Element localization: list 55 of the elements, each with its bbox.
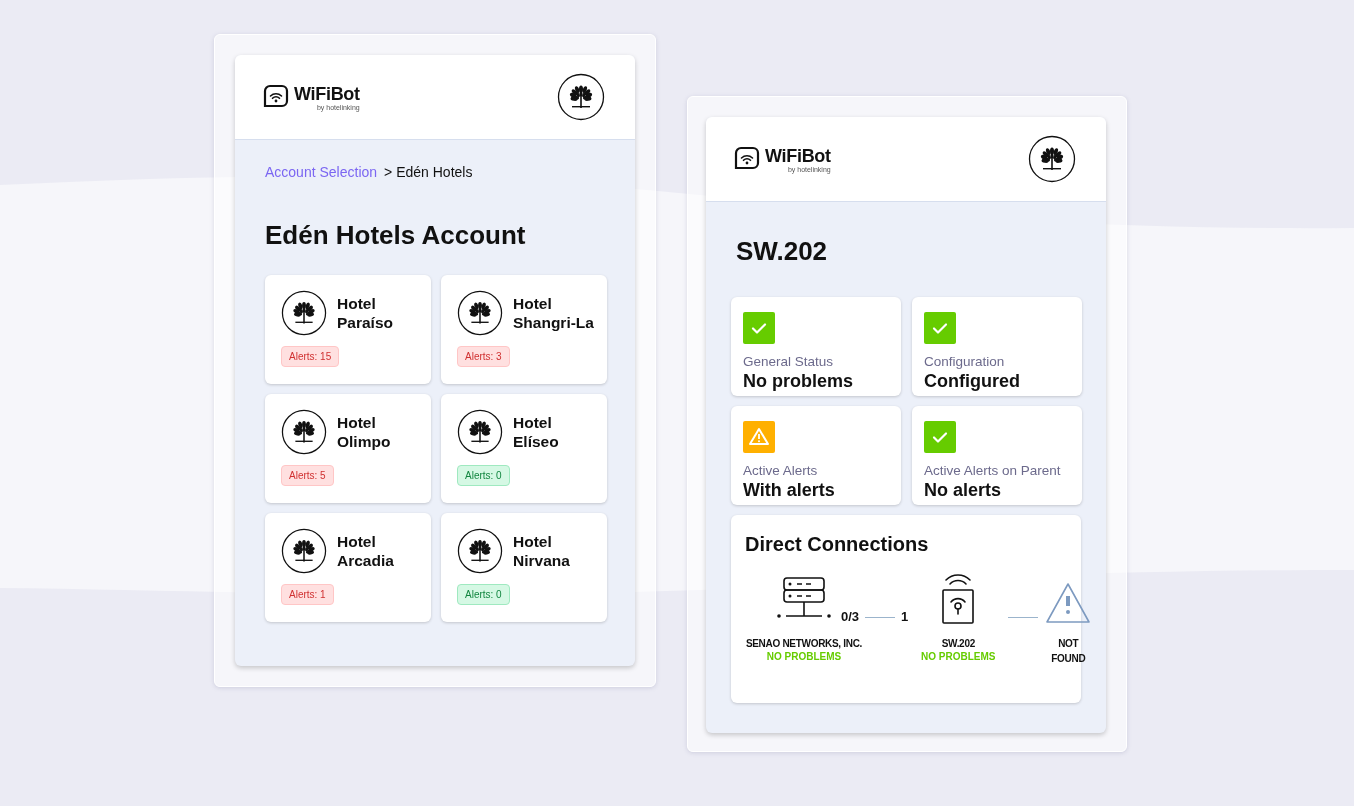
- device-name: NOT FOUND: [1050, 637, 1087, 666]
- hotel-card[interactable]: Hotel Paraíso Alerts: 15: [265, 275, 431, 384]
- breadcrumb-current: > Edén Hotels: [384, 164, 473, 180]
- hotel-card[interactable]: Hotel Arcadia Alerts: 1: [265, 513, 431, 622]
- tree-logo-icon: [281, 528, 327, 574]
- hotel-card[interactable]: Hotel Nirvana Alerts: 0: [441, 513, 607, 622]
- device-title: SW.202: [736, 236, 829, 267]
- tree-logo-icon: [557, 73, 605, 121]
- tree-logo-icon: [281, 290, 327, 336]
- status-label: Configuration: [924, 354, 1006, 369]
- device-status: NO PROBLEMS: [921, 651, 996, 662]
- hotel-name: Hotel Arcadia: [337, 532, 394, 570]
- status-value: With alerts: [743, 480, 836, 501]
- tree-logo-icon: [457, 409, 503, 455]
- alerts-badge: Alerts: 5: [281, 465, 334, 486]
- port-count: 1: [901, 610, 909, 624]
- alerts-badge: Alerts: 3: [457, 346, 510, 367]
- tree-logo-icon: [281, 409, 327, 455]
- status-value: No problems: [743, 371, 854, 392]
- status-label: General Status: [743, 354, 835, 369]
- section-title: Direct Connections: [745, 533, 930, 556]
- hotel-card[interactable]: Hotel Olimpo Alerts: 5: [265, 394, 431, 503]
- alerts-badge: Alerts: 0: [457, 465, 510, 486]
- device-name: SENAO NETWORKS, INC.: [745, 637, 863, 651]
- device-name: SW.202: [941, 637, 975, 651]
- port-count: 0/3: [841, 610, 860, 624]
- tree-logo-icon: [457, 528, 503, 574]
- logo-name: WiFiBot: [765, 145, 831, 167]
- page-title: Edén Hotels Account: [265, 220, 527, 251]
- logo-name: WiFiBot: [294, 83, 360, 105]
- hotel-card[interactable]: Hotel Elíseo Alerts: 0: [441, 394, 607, 503]
- alerts-badge: Alerts: 1: [281, 584, 334, 605]
- check-icon: [924, 421, 956, 453]
- check-icon: [924, 312, 956, 344]
- hotel-name: Hotel Nirvana: [513, 532, 570, 570]
- hotel-name: Hotel Olimpo: [337, 413, 391, 451]
- hotel-name: Hotel Paraíso: [337, 294, 393, 332]
- device-status: NO PROBLEMS: [766, 651, 842, 662]
- status-value: No alerts: [924, 480, 1003, 501]
- breadcrumb-link[interactable]: Account Selection: [265, 164, 378, 180]
- status-label: Active Alerts: [743, 463, 819, 478]
- alerts-badge: Alerts: 15: [281, 346, 340, 367]
- hotel-name: Hotel Elíseo: [513, 413, 559, 451]
- status-label: Active Alerts on Parent: [924, 463, 1062, 478]
- tree-logo-icon: [1028, 135, 1076, 183]
- wifi-logo-icon: [734, 146, 760, 172]
- hotel-name: Hotel Shangri-La: [513, 294, 594, 332]
- alerts-badge: Alerts: 0: [457, 584, 510, 605]
- tree-logo-icon: [457, 290, 503, 336]
- alert-triangle-icon: [1045, 582, 1092, 624]
- wifi-logo-icon: [263, 84, 289, 110]
- status-value: Configured: [924, 371, 1021, 392]
- check-icon: [743, 312, 775, 344]
- hotel-card[interactable]: Hotel Shangri-La Alerts: 3: [441, 275, 607, 384]
- warning-icon: [743, 421, 775, 453]
